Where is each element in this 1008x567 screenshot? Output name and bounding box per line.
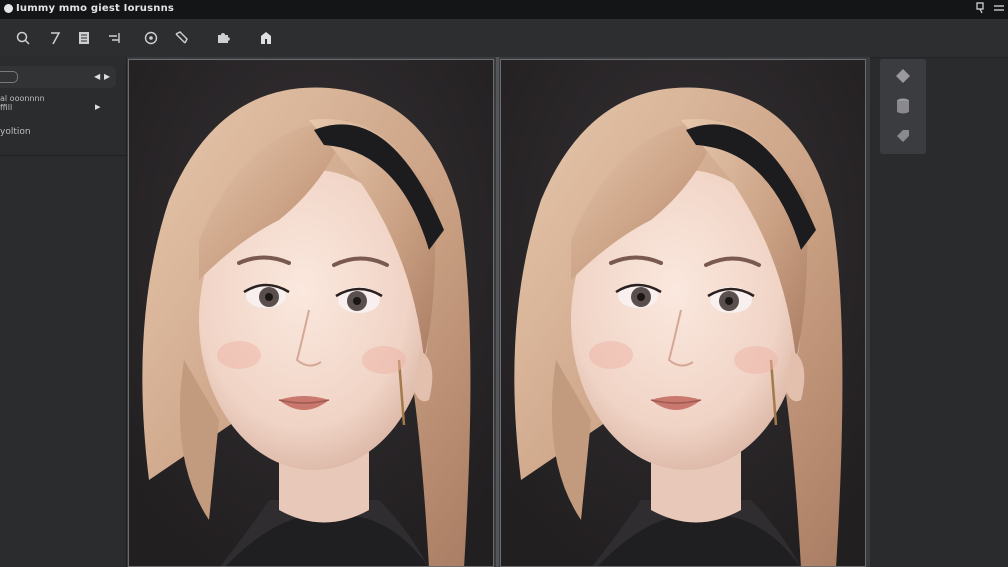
title-bar: Iummy mmo giest Iorusnns bbox=[0, 0, 1008, 19]
expand-arrow-icon[interactable]: ▸ bbox=[95, 100, 101, 113]
property-value: ffill bbox=[0, 103, 13, 112]
split-divider[interactable] bbox=[496, 57, 499, 567]
portrait-image bbox=[501, 60, 865, 566]
brush-icon[interactable] bbox=[46, 29, 64, 47]
panel-divider bbox=[0, 155, 126, 156]
property-field[interactable]: ◂ ▸ bbox=[0, 66, 116, 88]
app-logo-icon bbox=[4, 4, 13, 13]
menu-icon[interactable] bbox=[993, 2, 1005, 17]
canvas-original[interactable] bbox=[128, 59, 494, 567]
puzzle-icon[interactable] bbox=[214, 29, 232, 47]
portrait-image bbox=[129, 60, 493, 566]
eraser-icon[interactable] bbox=[172, 29, 190, 47]
cylinder-icon[interactable] bbox=[888, 93, 918, 119]
canvas-edited[interactable] bbox=[500, 59, 866, 567]
diamond-icon[interactable] bbox=[888, 63, 918, 89]
window-title: Iummy mmo giest Iorusnns bbox=[16, 3, 175, 14]
toolbar bbox=[0, 19, 1008, 58]
clone-icon[interactable] bbox=[257, 29, 275, 47]
stepper-arrows[interactable]: ◂ ▸ bbox=[94, 69, 110, 83]
magnify-icon[interactable] bbox=[14, 29, 32, 47]
circle-add-icon[interactable] bbox=[142, 29, 160, 47]
layers-icon[interactable] bbox=[75, 29, 93, 47]
image-viewport bbox=[127, 57, 870, 567]
section-label: yoltion bbox=[0, 127, 31, 137]
properties-panel: ◂ ▸ al ooonnnn ffill ▸ yoltion bbox=[0, 57, 127, 567]
pin-icon[interactable] bbox=[975, 2, 985, 17]
property-label: al ooonnnn bbox=[0, 94, 45, 103]
tool-palette bbox=[880, 59, 926, 154]
align-icon[interactable] bbox=[105, 29, 123, 47]
tag-icon[interactable] bbox=[888, 123, 918, 149]
toggle-pill[interactable] bbox=[0, 71, 18, 83]
